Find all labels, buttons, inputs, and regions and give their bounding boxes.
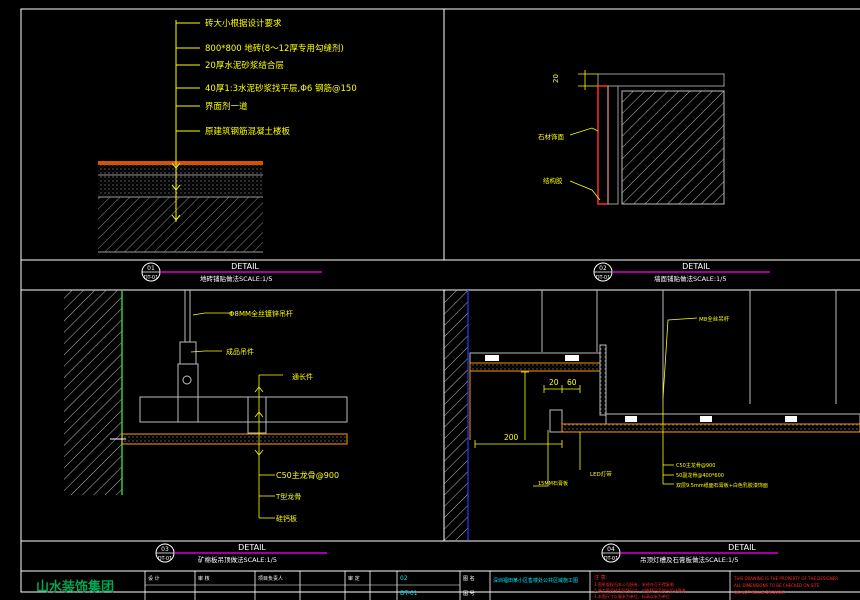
- panel3-scale-text: 矿棉板吊顶做法SCALE:1/5: [198, 555, 277, 564]
- cad-drawing-sheet: 砖大小根据设计要求 800*800 地砖(8～12厚专用勾缝剂) 20厚水泥砂浆…: [20, 8, 860, 600]
- panel1-note-6: 原建筑钢筋混凝土楼板: [205, 126, 291, 137]
- panel1-note-1: 砖大小根据设计要求: [205, 18, 282, 29]
- panel4-bubble-sub: DT-01: [604, 556, 619, 562]
- panel2-wall-section: 20 石材饰面 结构胶: [538, 70, 725, 205]
- panel3-wall: [64, 290, 122, 495]
- panel3-bubble-sub: DT-01: [158, 556, 173, 562]
- panel4-note-2: LED灯带: [590, 470, 612, 478]
- tb-cell-1: 设 计: [148, 575, 160, 582]
- panel2-bubble-sub: DT-01: [596, 275, 611, 281]
- tb-cell-3: 项目负责人: [258, 575, 283, 582]
- panel3-bubble-num: 03: [161, 546, 169, 553]
- calcium-silicate-board: [121, 433, 348, 445]
- panel1-bubble-num: 01: [147, 265, 155, 272]
- panel3-note-2: 成品吊件: [226, 347, 254, 356]
- panel4-main-channel: [605, 413, 860, 425]
- panel4-note-5: 50副龙骨@400*600: [676, 472, 724, 479]
- panel4-note-4: C50主龙骨@900: [676, 462, 715, 469]
- panel4-title: 04 DT-01 DETAIL 吊顶灯槽及石膏板做法SCALE:1/5: [601, 543, 778, 564]
- panel1-title: 01 DT-01 DETAIL 地砖铺贴做法SCALE:1/5: [141, 262, 322, 283]
- sheet-frame: [20, 8, 860, 593]
- bonding-layer: [98, 165, 263, 175]
- panel4-dim-200: 200: [504, 433, 519, 442]
- panel1-bubble-sub: DT-01: [144, 275, 159, 281]
- panel2-bubble-num: 02: [599, 265, 607, 272]
- tb-english-2: ALL DIMENSIONS TO BE CHECKED ON SITE: [734, 583, 820, 588]
- panel3-detail-label: DETAIL: [238, 543, 266, 552]
- company-logo: 山水装饰集团: [36, 579, 114, 595]
- structural-wall: [621, 90, 725, 205]
- panel4-bubble-num: 04: [607, 546, 615, 553]
- tb-english-1: THIS DRAWING IS THE PROPERTY OF THE DESI…: [733, 576, 838, 581]
- panel3-note-5: T型龙骨: [275, 492, 301, 501]
- stone-cladding: [597, 85, 609, 205]
- tb-notes-3: 3.本图尺寸以毫米为单位，标高以米为单位: [594, 593, 670, 599]
- panel1-note-2: 800*800 地砖(8～12厚专用勾缝剂): [205, 43, 344, 54]
- panel4-detail-label: DETAIL: [728, 543, 756, 552]
- panel4-note-3: 15MM石膏板: [538, 480, 568, 487]
- panel1-scale-text: 地砖铺贴做法SCALE:1/5: [200, 274, 273, 283]
- tb-cell-8: 图 号: [463, 591, 475, 597]
- tb-project: 深圳福田某小区售楼处公共区域施工图: [493, 577, 578, 584]
- gypsum-board: [561, 423, 860, 433]
- panel4-dim-60: 60: [567, 378, 577, 387]
- panel2-dim: 20: [552, 74, 560, 83]
- panel3-title: 03 DT-01 DETAIL 矿棉板吊顶做法SCALE:1/5: [155, 543, 327, 564]
- tb-cell-4: 审 定: [348, 575, 360, 582]
- tb-cell-2: 审 核: [198, 575, 210, 582]
- panel1-note-4: 40厚1:3水泥砂浆找平层,Φ6 钢筋@150: [205, 83, 357, 94]
- panel1-detail-label: DETAIL: [231, 262, 259, 271]
- tile-layer: [98, 161, 263, 165]
- panel1-floor-section: 砖大小根据设计要求 800*800 地砖(8～12厚专用勾缝剂) 20厚水泥砂浆…: [98, 18, 357, 253]
- tb-notes-1: 1.图纸版权归本公司所有，未经许可不得复制: [594, 581, 674, 587]
- panel4-dim-20: 20: [549, 378, 559, 387]
- panel4-wall: [444, 290, 468, 540]
- concrete-slab: [98, 197, 263, 252]
- tb-cell-5: 02: [400, 575, 408, 582]
- panel4-note-6: 双层9.5mm纸面石膏板+白色乳胶漆饰面: [676, 482, 768, 489]
- panel2-title: 02 DT-01 DETAIL 墙面铺贴做法SCALE:1/5: [593, 262, 770, 283]
- screed-layer: [98, 175, 263, 197]
- panel2-note-1: 石材饰面: [538, 132, 565, 141]
- panel3-note-6: 硅钙板: [276, 514, 297, 523]
- tb-english-3: DO NOT SCALE DRAWING: [734, 590, 785, 595]
- panel1-note-5: 界面剂一道: [205, 101, 248, 112]
- panel4-note-1: M8全丝吊杆: [699, 315, 730, 323]
- stone-cap: [597, 73, 725, 87]
- panel2-detail-label: DETAIL: [682, 262, 710, 271]
- panel4-scale-text: 吊顶灯槽及石膏板做法SCALE:1/5: [640, 555, 739, 564]
- tb-notes-title: 注 意：: [594, 574, 611, 581]
- panel4-ceiling-section: 20 60 200 M8全丝吊杆 LED灯带 15MM石膏板 C50主龙骨@90…: [444, 290, 860, 540]
- panel3-ceiling-section: Φ8MM全丝镀锌吊杆 成品吊件 通长件 C50主龙骨@900 T型龙骨 硅钙板: [64, 290, 348, 523]
- panel3-note-3: 通长件: [292, 372, 313, 381]
- panel3-note-4: C50主龙骨@900: [276, 470, 339, 480]
- tb-notes-2: 2.施工前须核实现场尺寸，如有疑问及时与设计联系: [594, 587, 686, 593]
- panel1-note-3: 20厚水泥砂浆结合层: [205, 60, 284, 71]
- panel3-note-1: Φ8MM全丝镀锌吊杆: [229, 309, 293, 318]
- title-block: 山水装饰集团 设 计 审 核 项目负责人 审 定 02 DT-01 图 名 图 …: [36, 571, 838, 600]
- tb-cell-6: DT-01: [400, 590, 418, 597]
- tb-cell-7: 图 名: [463, 575, 475, 582]
- hanger-part: [179, 341, 197, 365]
- main-channel: [139, 396, 348, 423]
- panel2-note-2: 结构胶: [543, 176, 563, 185]
- panel2-scale-text: 墙面铺贴做法SCALE:1/5: [654, 274, 727, 283]
